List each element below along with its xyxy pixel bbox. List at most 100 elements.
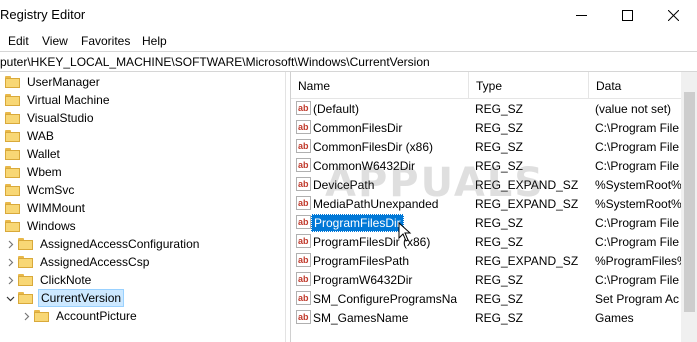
column-header-data[interactable]: Data (596, 79, 621, 93)
svg-text:ab: ab (298, 103, 309, 113)
tree-item[interactable]: Wbem (5, 163, 62, 181)
tree-item[interactable]: Wallet (5, 145, 60, 163)
value-data: C:\Program File (595, 235, 680, 249)
close-icon (667, 10, 679, 21)
tree-item-label: WAB (27, 129, 54, 143)
scrollbar-thumb[interactable] (684, 92, 695, 312)
menu-bar: Edit View Favorites Help (0, 31, 697, 51)
tree-item[interactable]: UserManager (5, 73, 100, 91)
string-value-icon: ab (296, 177, 311, 191)
string-value-icon: ab (296, 291, 311, 305)
folder-icon (5, 202, 20, 214)
value-type: REG_SZ (475, 102, 524, 116)
svg-text:ab: ab (298, 293, 309, 303)
folder-icon (5, 166, 20, 178)
folder-icon (5, 220, 20, 232)
tree-item[interactable]: AccountPicture (20, 307, 137, 325)
menu-favorites[interactable]: Favorites (81, 34, 130, 48)
value-data: C:\Program File (595, 273, 680, 287)
vertical-scrollbar[interactable] (681, 72, 697, 342)
folder-icon (5, 112, 20, 124)
tree-item[interactable]: AssignedAccessCsp (4, 253, 149, 271)
tree-item-label: Wbem (27, 165, 62, 179)
svg-text:ab: ab (298, 198, 309, 208)
tree-item[interactable]: CurrentVersion (4, 289, 125, 307)
value-row[interactable]: ab ProgramFilesDir REG_SZ C:\Program File (291, 213, 697, 232)
svg-text:ab: ab (298, 312, 309, 322)
column-header-name[interactable]: Name (298, 79, 330, 93)
key-tree[interactable]: UserManager Virtual Machine VisualStudio WA… (0, 72, 285, 342)
chevron-right-icon[interactable] (4, 253, 16, 271)
chevron-right-icon[interactable] (20, 307, 32, 325)
tree-item-label: ClickNote (40, 273, 92, 287)
title-bar: Registry Editor (0, 0, 697, 31)
tree-item[interactable]: VisualStudio (5, 109, 94, 127)
tree-item[interactable]: Windows (5, 217, 76, 235)
close-button[interactable] (650, 0, 696, 31)
string-value-icon: ab (296, 158, 311, 172)
value-row[interactable]: ab (Default) REG_SZ (value not set) (291, 99, 697, 118)
value-row[interactable]: ab SM_ConfigureProgramsNa REG_SZ Set Progra… (291, 289, 697, 308)
maximize-icon (621, 10, 633, 21)
column-divider[interactable] (588, 72, 589, 99)
value-type: REG_SZ (475, 121, 524, 135)
value-row[interactable]: ab MediaPathUnexpanded REG_EXPAND_SZ %Syste… (291, 194, 697, 213)
tree-item-label: VisualStudio (27, 111, 94, 125)
values-list[interactable]: Name Type Data ab (Default) REG_SZ (value n… (290, 72, 697, 342)
string-value-icon: ab (296, 139, 311, 153)
folder-icon (18, 274, 33, 286)
value-row[interactable]: ab CommonFilesDir REG_SZ C:\Program File (291, 118, 697, 137)
address-bar[interactable]: puter\HKEY_LOCAL_MACHINE\SOFTWARE\Micros… (0, 51, 697, 72)
column-divider[interactable] (468, 72, 469, 99)
value-type: REG_SZ (475, 159, 524, 173)
value-name: (Default) (313, 102, 360, 116)
maximize-button[interactable] (604, 0, 650, 31)
string-value-icon: ab (296, 253, 311, 267)
address-path[interactable]: puter\HKEY_LOCAL_MACHINE\SOFTWARE\Micros… (0, 55, 430, 69)
tree-item-label: AccountPicture (56, 309, 137, 323)
chevron-right-icon[interactable] (4, 271, 16, 289)
tree-item[interactable]: ClickNote (4, 271, 91, 289)
value-data: C:\Program File (595, 121, 680, 135)
value-name: CommonFilesDir (x86) (313, 140, 434, 154)
menu-view[interactable]: View (42, 34, 68, 48)
tree-item[interactable]: Virtual Machine (5, 91, 110, 109)
chevron-right-icon[interactable] (4, 235, 16, 253)
minimize-button[interactable] (558, 0, 604, 31)
string-value-icon: ab (296, 310, 311, 324)
value-name: ProgramFilesPath (313, 254, 410, 268)
minimize-icon (575, 15, 587, 16)
menu-edit[interactable]: Edit (8, 34, 29, 48)
value-row[interactable]: ab ProgramFilesDir (x86) REG_SZ C:\Program … (291, 232, 697, 251)
value-row[interactable]: ab CommonW6432Dir REG_SZ C:\Program File (291, 156, 697, 175)
value-data: Set Program Ac (595, 292, 680, 306)
value-row[interactable]: ab DevicePath REG_EXPAND_SZ %SystemRoot% (291, 175, 697, 194)
tree-item[interactable]: WcmSvc (5, 181, 74, 199)
tree-item[interactable]: WAB (5, 127, 54, 145)
string-value-icon: ab (296, 196, 311, 210)
value-name: ProgramFilesDir (311, 214, 404, 232)
value-data: %SystemRoot% (595, 178, 682, 192)
value-row[interactable]: ab CommonFilesDir (x86) REG_SZ C:\Program F… (291, 137, 697, 156)
value-data: C:\Program File (595, 216, 680, 230)
svg-text:ab: ab (298, 160, 309, 170)
string-value-icon: ab (296, 234, 311, 248)
value-row[interactable]: ab SM_GamesName REG_SZ Games (291, 308, 697, 327)
chevron-down-icon[interactable] (4, 289, 16, 307)
tree-item[interactable]: AssignedAccessConfiguration (4, 235, 199, 253)
value-type: REG_SZ (475, 235, 524, 249)
string-value-icon: ab (296, 101, 311, 115)
value-row[interactable]: ab ProgramFilesPath REG_EXPAND_SZ %ProgramF… (291, 251, 697, 270)
column-headers: Name Type Data (291, 72, 697, 99)
tree-item[interactable]: WIMMount (5, 199, 85, 217)
value-name: SM_ConfigureProgramsNa (313, 292, 458, 306)
value-row[interactable]: ab ProgramW6432Dir REG_SZ C:\Program File (291, 270, 697, 289)
tree-item-label: Virtual Machine (27, 93, 110, 107)
folder-icon (18, 256, 33, 268)
value-name: DevicePath (313, 178, 375, 192)
menu-help[interactable]: Help (142, 34, 167, 48)
value-data: %SystemRoot% (595, 197, 682, 211)
value-name: MediaPathUnexpanded (313, 197, 439, 211)
column-header-type[interactable]: Type (476, 79, 502, 93)
value-type: REG_SZ (475, 311, 524, 325)
